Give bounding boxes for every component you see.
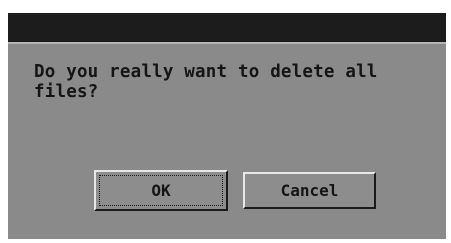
- cancel-button[interactable]: Cancel: [243, 172, 376, 209]
- ok-button[interactable]: OK: [94, 170, 228, 211]
- dialog-message: Do you really want to delete all files?: [34, 62, 378, 102]
- titlebar-separator: [8, 42, 446, 44]
- ok-button-label: OK: [151, 181, 171, 200]
- confirm-delete-dialog: Do you really want to delete all files? …: [8, 13, 446, 239]
- cancel-button-label: Cancel: [280, 181, 339, 200]
- dialog-titlebar[interactable]: [8, 13, 446, 42]
